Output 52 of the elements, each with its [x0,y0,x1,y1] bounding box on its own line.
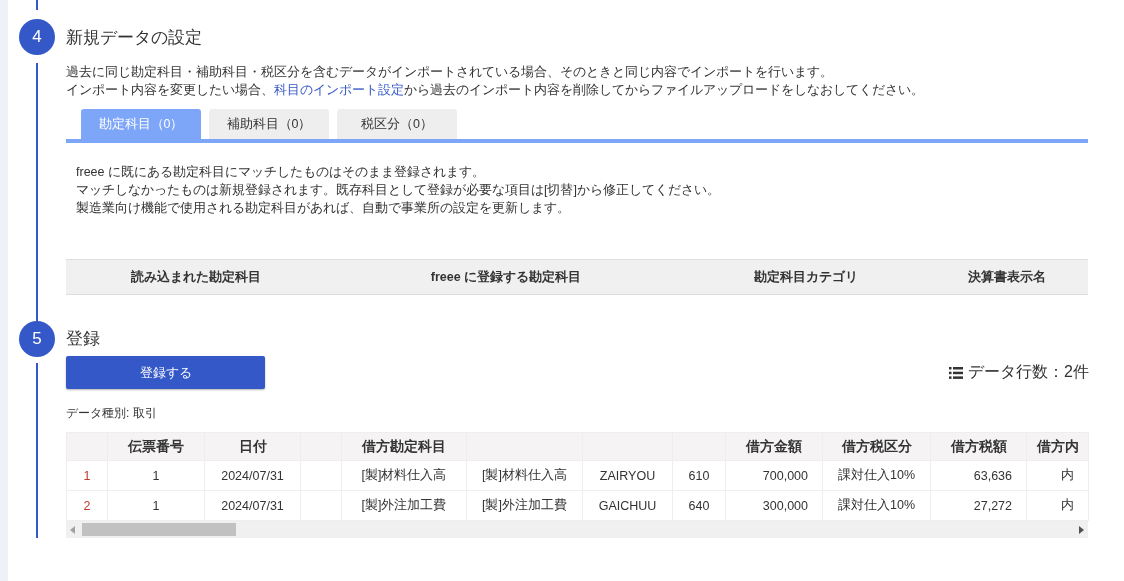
table-cell: 1 [66,460,108,491]
tab[interactable]: 補助科目（0） [209,109,329,139]
table-cell: [製]外注加工費 [466,490,583,521]
table-cell: [製]外注加工費 [341,490,467,521]
table-cell: 1 [107,460,205,491]
register-button[interactable]: 登録する [66,356,265,389]
note-text: マッチしなかったものは新規登録されます。既存科目として登録が必要な項目は[切替]から修正してください。 [76,182,721,199]
note-text: 製造業向け機能で使用される勘定科目があれば、自動で事業所の設定を更新します。 [76,200,571,217]
column-header: 借方金額 [725,432,823,461]
column-header: freee に登録する勘定科目 [429,268,583,286]
table-cell: 700,000 [725,460,823,491]
table-cell: 2024/07/31 [204,490,301,521]
description-text: 過去に同じ勘定科目・補助科目・税区分を含むデータがインポートされている場合、そのときと同じ内容でインポートを行います。 [66,64,834,81]
table-cell: 課対仕入10% [822,490,931,521]
table-cell: [製]材料仕入高 [341,460,467,491]
column-header: 伝票番号 [107,432,205,461]
column-header: 借方税区分 [822,432,931,461]
table-cell: 610 [672,460,726,491]
column-header: 勘定科目カテゴリ [753,268,859,286]
description-text: インポート内容を変更したい場合、科目のインポート設定から過去のインポート内容を削除してからファイルアップロードをしなおしてください。 [66,82,925,99]
import-settings-link[interactable]: 科目のインポート設定 [274,83,404,97]
table-cell: ZAIRYOU [582,460,673,491]
section-title: 登録 [66,328,101,350]
scroll-left-icon[interactable] [70,525,75,534]
scroll-right-icon[interactable] [1079,525,1084,534]
table-cell: 課対仕入10% [822,460,931,491]
section-title: 新規データの設定 [66,27,203,49]
table-cell: 300,000 [725,490,823,521]
table-cell: [製]材料仕入高 [466,460,583,491]
tab[interactable]: 税区分（0） [337,109,457,139]
column-header: 決算書表示名 [967,268,1047,286]
table-cell: 640 [672,490,726,521]
table-cell: 2 [66,490,108,521]
step-number: 4 [19,19,55,55]
column-header: 借方勘定科目 [341,432,467,461]
scrollbar-thumb[interactable] [82,523,236,536]
column-header: 借方税額 [930,432,1027,461]
table-cell: 内 [1026,460,1089,491]
table-cell: GAICHUU [582,490,673,521]
column-header: 読み込まれた勘定科目 [130,268,262,286]
table-cell: 1 [107,490,205,521]
table-cell: 2024/07/31 [204,460,301,491]
column-header: 日付 [204,432,301,461]
step-number: 5 [19,321,55,357]
table-cell: 内 [1026,490,1089,521]
list-icon [949,366,964,379]
note-text: freee に既にある勘定科目にマッチしたものはそのまま登録されます。 [76,164,486,181]
table-cell: 27,272 [930,490,1027,521]
column-header: 借方内 [1026,432,1089,461]
row-count-text: データ行数：2件 [968,362,1089,382]
data-type-text: データ種別: 取引 [66,405,158,422]
table-cell: 63,636 [930,460,1027,491]
